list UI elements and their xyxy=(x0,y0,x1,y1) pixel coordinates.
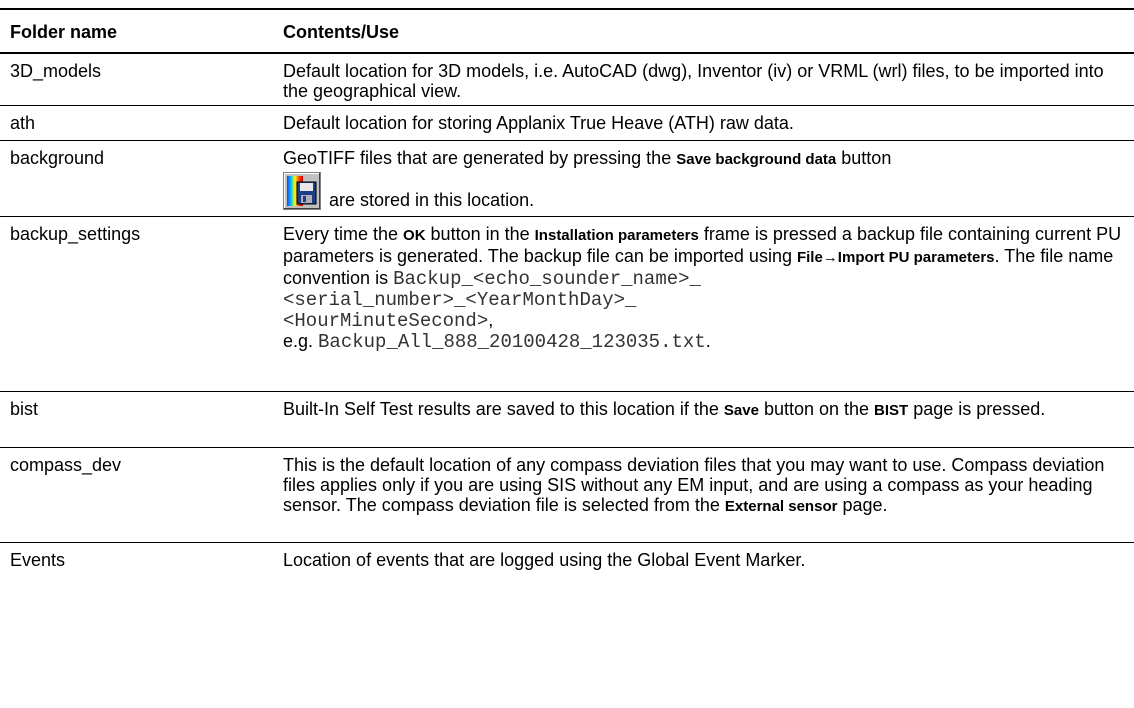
contents-cell: Default location for 3D models, i.e. Aut… xyxy=(270,53,1134,106)
folder-name-cell: compass_dev xyxy=(0,447,270,543)
ui-term: OK xyxy=(403,226,426,244)
contents-text: e.g. xyxy=(283,330,319,351)
ui-term: File→Import PU parameters xyxy=(796,248,995,266)
ui-term: Save xyxy=(723,401,759,419)
contents-text: button xyxy=(836,147,892,168)
table-row: Events Location of events that are logge… xyxy=(0,542,1134,582)
table-header-row: Folder name Contents/Use xyxy=(0,10,1134,54)
table-row: ath Default location for storing Applani… xyxy=(0,105,1134,141)
folder-name-cell: 3D_models xyxy=(0,53,270,106)
contents-text: page. xyxy=(837,494,888,515)
table-row: backup_settings Every time the OK button… xyxy=(0,216,1134,392)
table-row: 3D_models Default location for 3D models… xyxy=(0,53,1134,106)
folder-table: Folder name Contents/Use 3D_models Defau… xyxy=(0,10,1134,582)
icon-line: are stored in this location. xyxy=(283,171,1128,210)
ui-term: BIST xyxy=(874,401,909,419)
filename-pattern: <HourMinuteSecond> xyxy=(283,309,489,332)
table-row: compass_dev This is the default location… xyxy=(0,447,1134,543)
contents-text: , xyxy=(488,309,494,330)
ui-term: External sensor xyxy=(724,497,838,515)
folder-name-cell: backup_settings xyxy=(0,216,270,392)
contents-cell: GeoTIFF files that are generated by pres… xyxy=(270,140,1134,217)
folder-name-cell: bist xyxy=(0,391,270,448)
contents-text: page is pressed. xyxy=(908,398,1046,419)
contents-text: Built-In Self Test results are saved to … xyxy=(283,398,724,419)
folder-name-cell: background xyxy=(0,140,270,217)
contents-cell: Default location for storing Applanix Tr… xyxy=(270,105,1134,141)
save-background-data-icon xyxy=(283,171,321,210)
contents-text: GeoTIFF files that are generated by pres… xyxy=(283,147,677,168)
contents-cell: Built-In Self Test results are saved to … xyxy=(270,391,1134,448)
ui-term: Installation parameters xyxy=(534,226,699,244)
ui-term: Save background data xyxy=(676,150,837,168)
filename-pattern: <serial_number>_<YearMonthDay>_ xyxy=(283,288,637,311)
contents-text: This is the default location of any comp… xyxy=(283,454,1105,515)
contents-cell: Every time the OK button in the Installa… xyxy=(270,216,1134,392)
contents-cell: Location of events that are logged using… xyxy=(283,549,806,570)
contents-text: are stored in this location. xyxy=(329,189,535,210)
folder-name-cell: ath xyxy=(0,105,270,141)
contents-text: . xyxy=(705,330,711,351)
table-row: background GeoTIFF files that are genera… xyxy=(0,140,1134,217)
filename-pattern: Backup_<echo_sounder_name>_ xyxy=(393,267,701,290)
contents-text: button in the xyxy=(425,223,535,244)
contents-text: Every time the xyxy=(283,223,404,244)
header-folder-name: Folder name xyxy=(0,10,270,54)
header-contents-use: Contents/Use xyxy=(270,10,1134,54)
table-row: bist Built-In Self Test results are save… xyxy=(0,391,1134,448)
example-filename: Backup_All_888_20100428_123035.txt xyxy=(318,330,706,353)
contents-text: button on the xyxy=(758,398,875,419)
folder-name-cell: Events xyxy=(10,549,66,570)
contents-cell: This is the default location of any comp… xyxy=(270,447,1134,543)
